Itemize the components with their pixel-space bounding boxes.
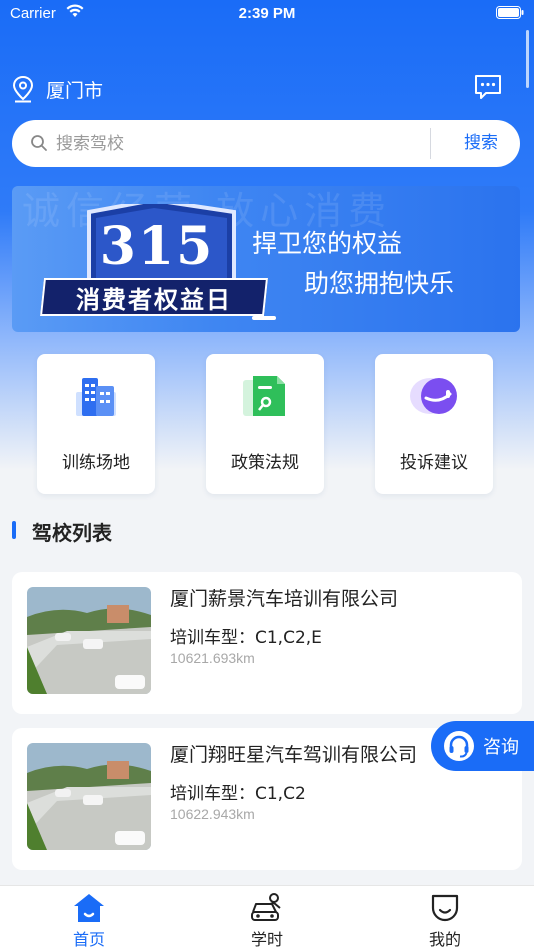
banner-dot-active[interactable] <box>252 316 276 320</box>
status-bar: Carrier 2:39 PM <box>0 0 534 30</box>
feedback-icon <box>410 378 457 414</box>
clock: 2:39 PM <box>238 5 296 22</box>
badge-number: 315 <box>99 216 215 277</box>
tab-profile[interactable]: 我的 <box>356 886 534 950</box>
car-driver-icon <box>251 893 281 921</box>
quick-menu-policy[interactable]: 政策法规 <box>206 354 324 494</box>
banner-slogan-2: 助您拥抱快乐 <box>304 269 455 298</box>
quick-menu-label: 训练场地 <box>62 453 130 473</box>
profile-icon <box>431 894 459 922</box>
school-name: 厦门薪景汽车培训有限公司 <box>170 588 399 610</box>
tab-label: 我的 <box>428 930 461 949</box>
tab-study-hours[interactable]: 学时 <box>178 886 356 950</box>
school-card[interactable]: 厦门薪景汽车培训有限公司 培训车型：C1,C2,E 10621.693km <box>12 572 522 714</box>
consult-button[interactable]: 咨询 <box>431 721 534 771</box>
city-label: 厦门市 <box>46 79 104 102</box>
quick-menu-training-site[interactable]: 训练场地 <box>37 354 155 494</box>
tab-label: 首页 <box>72 930 105 949</box>
home-icon <box>74 894 104 922</box>
school-photo <box>27 743 151 850</box>
building-icon <box>76 378 116 416</box>
tab-home[interactable]: 首页 <box>0 886 178 950</box>
school-vehicle-types: 培训车型：C1,C2,E <box>170 628 322 648</box>
school-photo <box>27 587 151 694</box>
tab-label: 学时 <box>250 930 283 949</box>
school-vehicle-types: 培训车型：C1,C2 <box>170 784 306 804</box>
quick-menu-label: 投诉建议 <box>400 453 468 473</box>
badge-text: 消费者权益日 <box>76 286 232 314</box>
school-distance: 10621.693km <box>170 650 255 666</box>
search-button[interactable]: 搜索 <box>442 120 520 167</box>
headset-icon <box>444 731 474 761</box>
city-selector[interactable]: 厦门市 <box>12 74 103 104</box>
school-name: 厦门翔旺星汽车驾训有限公司 <box>170 744 418 766</box>
consult-label: 咨询 <box>483 737 519 758</box>
tab-bar: 首页 学时 我的 <box>0 885 534 950</box>
document-icon <box>243 376 285 416</box>
location-pin-icon <box>12 75 34 103</box>
promo-banner[interactable]: 诚信经营 放心消费 315 消费者权益日 捍卫您的权益 助您拥抱快乐 <box>12 186 520 332</box>
banner-pager <box>252 316 276 320</box>
section-title: 驾校列表 <box>32 521 112 545</box>
school-distance: 10622.943km <box>170 806 255 822</box>
search-icon <box>31 135 47 151</box>
search-bar: 搜索 <box>12 120 520 167</box>
quick-menu-label: 政策法规 <box>231 453 299 473</box>
search-divider <box>430 128 431 159</box>
banner-slogan-1: 捍卫您的权益 <box>252 229 403 258</box>
scroll-indicator[interactable] <box>526 30 529 88</box>
search-input[interactable] <box>56 130 426 157</box>
battery-icon <box>496 6 524 19</box>
section-marker <box>12 521 16 539</box>
quick-menu-complaint[interactable]: 投诉建议 <box>375 354 493 494</box>
message-icon[interactable] <box>474 74 502 100</box>
